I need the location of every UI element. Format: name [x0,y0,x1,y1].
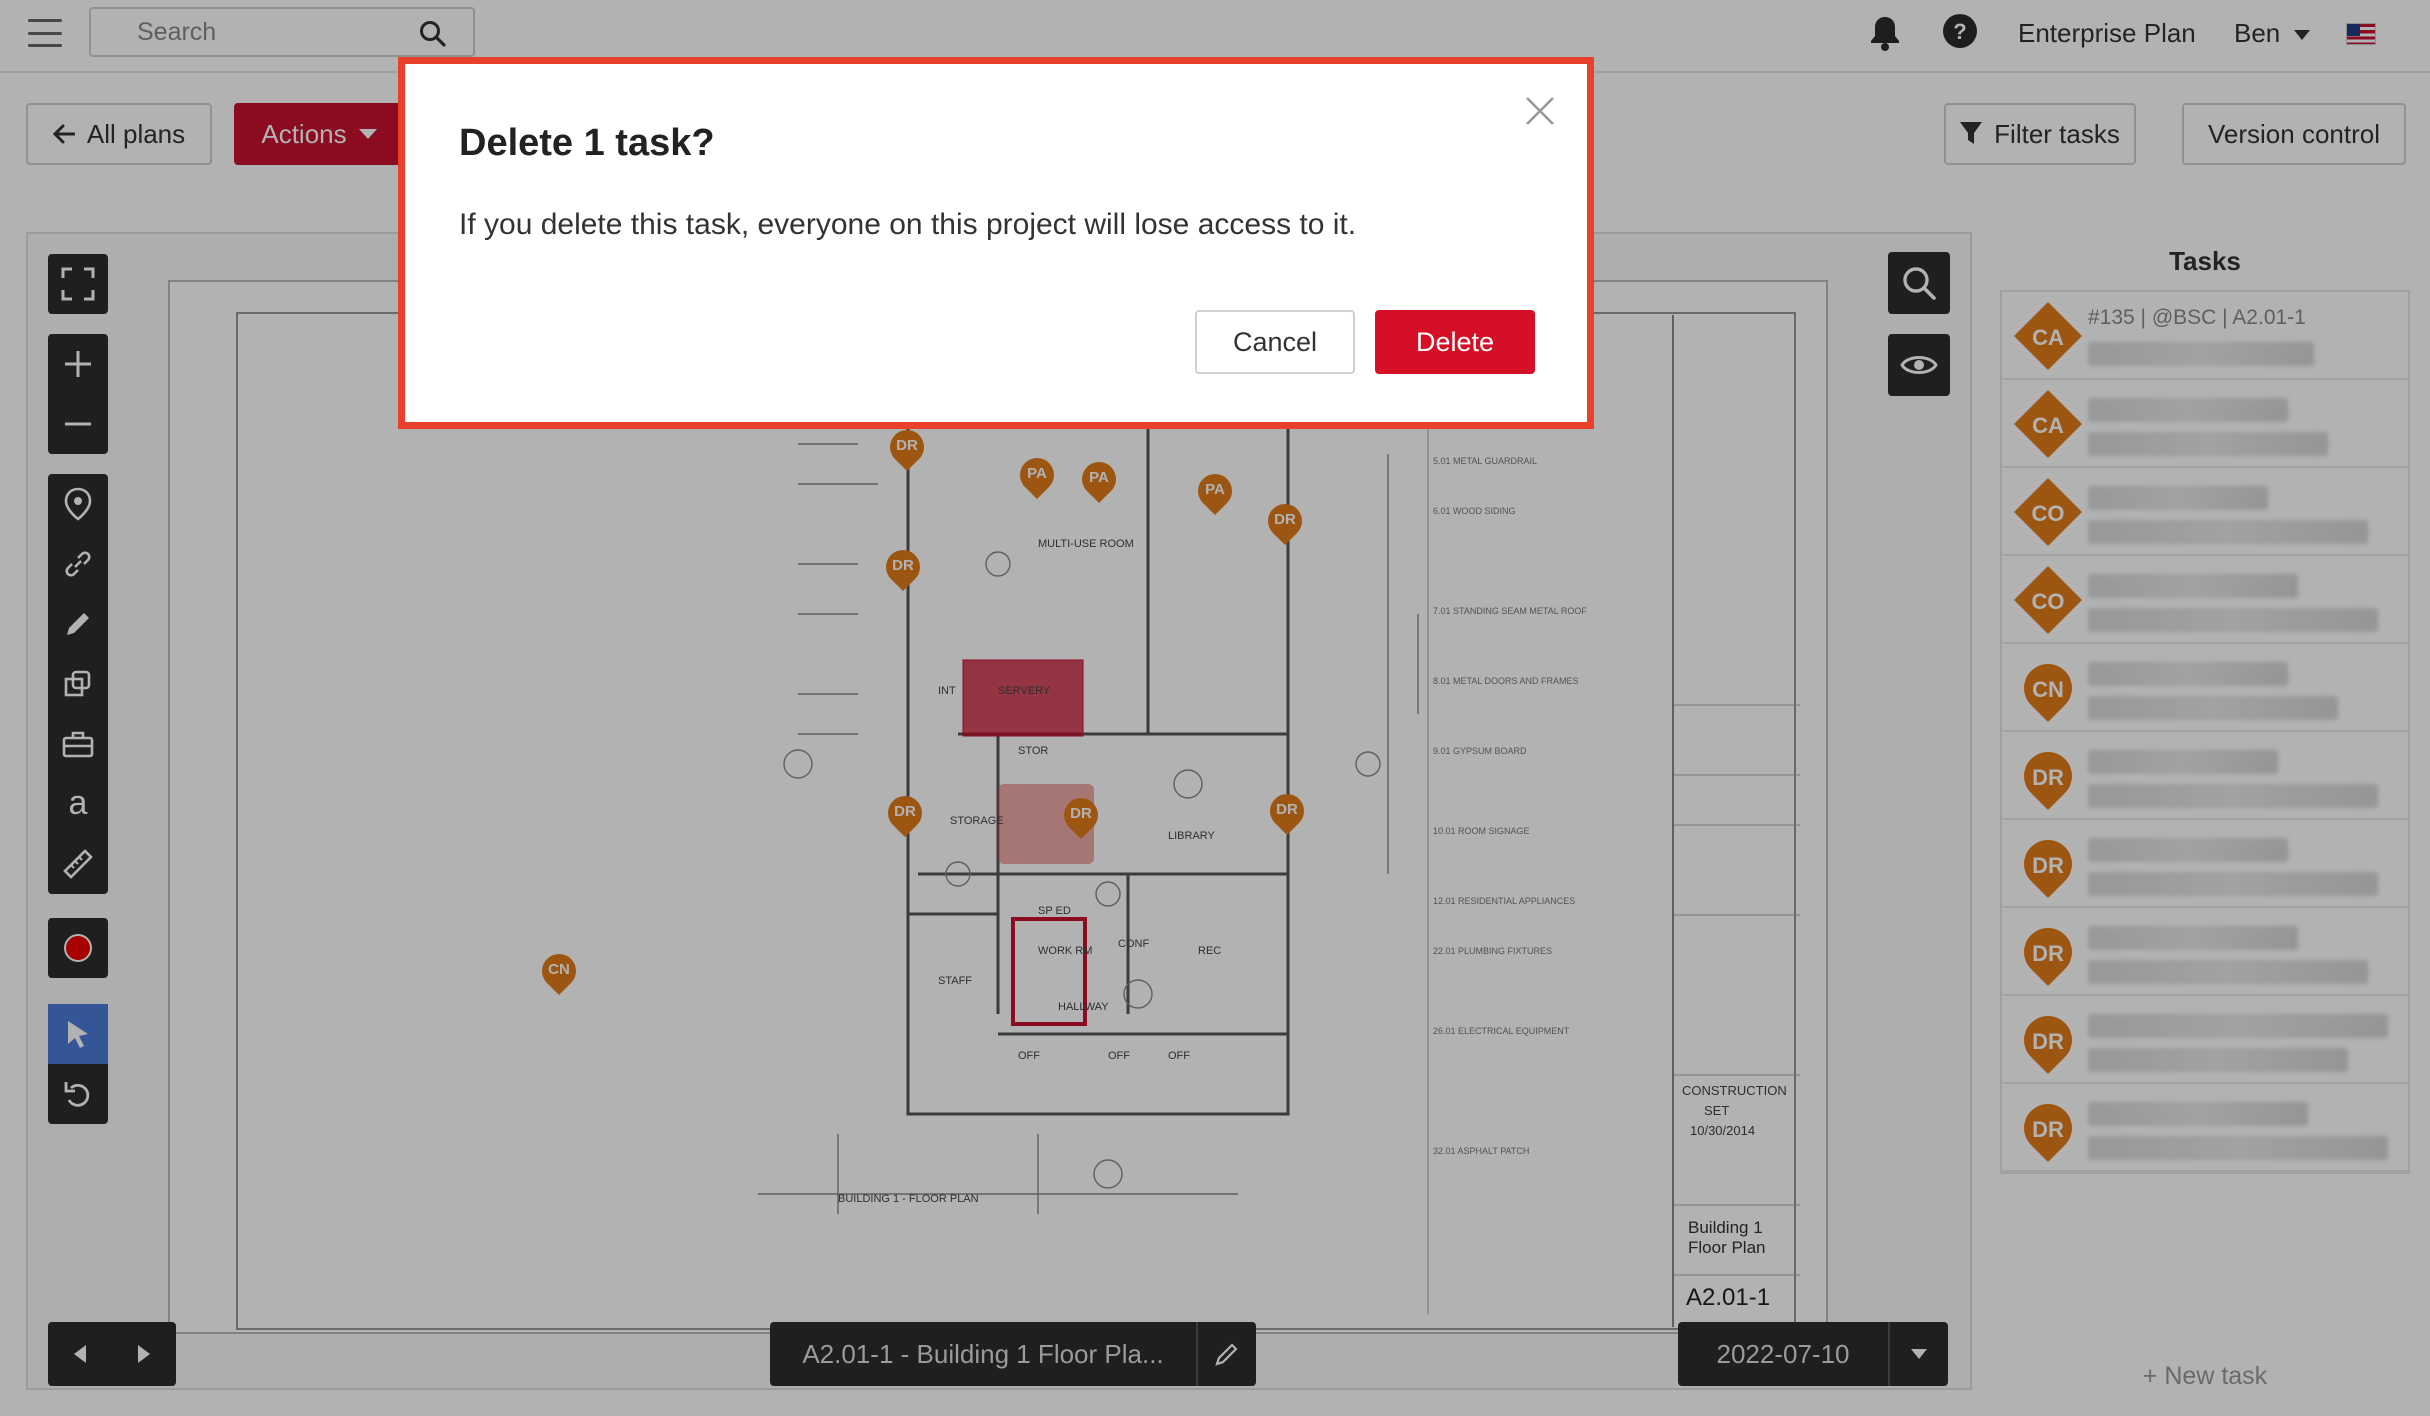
delete-button[interactable]: Delete [1375,310,1535,374]
delete-task-dialog: Delete 1 task? If you delete this task, … [398,57,1594,429]
dialog-title: Delete 1 task? [459,122,715,164]
dialog-message: If you delete this task, everyone on thi… [459,208,1357,241]
close-icon[interactable] [1523,94,1557,128]
cancel-button[interactable]: Cancel [1195,310,1355,374]
